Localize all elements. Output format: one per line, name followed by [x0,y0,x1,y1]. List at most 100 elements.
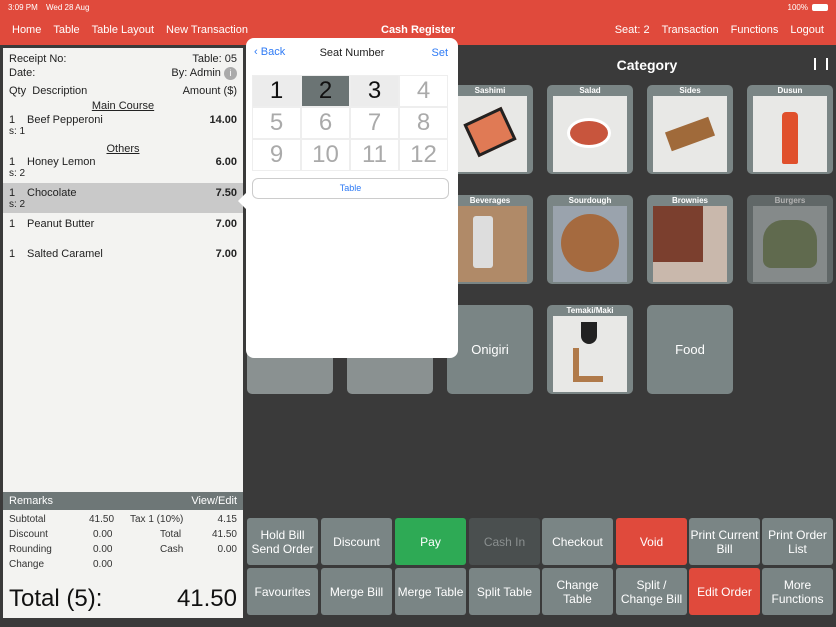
receipt-item[interactable]: 1 Honey Lemon 6.00 s: 2 [3,155,243,185]
print-order-list-button[interactable]: Print Order List [762,518,833,565]
seat-key-6[interactable]: 6 [301,107,350,139]
hold-bill-send-order-button[interactable]: Hold Bill Send Order [247,518,318,565]
tile-label: Sourdough [568,196,612,205]
burgers-image [753,206,827,282]
receipt-item[interactable]: 1 Peanut Butter 7.00 [3,217,243,247]
seat-key-10[interactable]: 10 [301,139,350,171]
item-amount: 7.50 [215,187,237,199]
subtotal-label: Subtotal [9,514,46,525]
category-tile-sourdough[interactable]: Sourdough [547,195,633,284]
item-qty: 1 [9,187,16,199]
total-label: Total [160,529,182,540]
date-label: Date: [9,67,36,79]
change-value: 0.00 [93,559,113,570]
item-amount: 14.00 [209,114,237,126]
split-change-bill-button[interactable]: Split / Change Bill [616,568,687,615]
by-label: By: Admin [171,67,221,79]
category-tile-sides[interactable]: Sides [647,85,733,174]
salad-image [553,96,627,172]
seat-key-11[interactable]: 11 [350,139,399,171]
item-name: Honey Lemon [27,156,96,168]
sashimi-image [453,96,527,172]
status-date: Wed 28 Aug [46,3,90,12]
tile-label: Sashimi [474,86,506,95]
category-tile-onigiri[interactable]: Onigiri [447,305,533,394]
seat-key-3[interactable]: 3 [350,75,399,107]
tile-label: Brownies [671,196,708,205]
grand-total-label: Total (5): [9,585,103,612]
print-current-bill-button[interactable]: Print Current Bill [689,518,760,565]
nav-transaction[interactable]: Transaction [662,24,719,36]
item-name: Peanut Butter [27,218,95,230]
tax-value: 4.15 [217,514,237,525]
seat-key-7[interactable]: 7 [350,107,399,139]
void-button[interactable]: Void [616,518,687,565]
seat-key-4[interactable]: 4 [399,75,448,107]
more-functions-button[interactable]: More Functions [762,568,833,615]
seat-key-8[interactable]: 8 [399,107,448,139]
table-button[interactable]: Table [252,178,449,199]
tile-label: Beverages [469,196,511,205]
category-tile-temaki-maki[interactable]: Temaki/Maki [547,305,633,394]
pay-button[interactable]: Pay [395,518,466,565]
search-list-icon[interactable] [814,58,828,70]
grand-total-value: 41.50 [176,585,237,612]
item-seat: s: 2 [9,199,26,210]
desc-header: Description [32,85,88,97]
status-time: 3:09 PM [8,3,38,12]
favourites-button[interactable]: Favourites [247,568,318,615]
cash-value: 0.00 [217,544,237,555]
remarks-label: Remarks [9,495,54,507]
tax-label: Tax 1 (10%) [130,514,184,525]
merge-bill-button[interactable]: Merge Bill [321,568,392,615]
remarks-bar[interactable]: Remarks View/Edit [3,492,243,510]
seat-key-5[interactable]: 5 [252,107,301,139]
category-tile-burgers[interactable]: Burgers [747,195,833,284]
change-table-button[interactable]: Change Table [542,568,613,615]
seat-key-2[interactable]: 2 [301,75,350,107]
category-tile-salad[interactable]: Salad [547,85,633,174]
item-qty: 1 [9,156,16,168]
discount-button[interactable]: Discount [321,518,392,565]
seat-key-1[interactable]: 1 [252,75,301,107]
seat-key-9[interactable]: 9 [252,139,301,171]
tile-label: Salad [579,86,601,95]
section-others: Others [106,143,140,155]
nav-logout[interactable]: Logout [790,24,824,36]
view-edit-link[interactable]: View/Edit [191,495,237,507]
sides-image [653,96,727,172]
split-table-button[interactable]: Split Table [469,568,540,615]
dusun-image [753,96,827,172]
tile-label: Burgers [774,196,806,205]
tile-label: Temaki/Maki [566,306,614,315]
item-amount: 6.00 [215,156,237,168]
category-tile-food[interactable]: Food [647,305,733,394]
section-main-course: Main Course [91,100,155,112]
category-tile-sashimi[interactable]: Sashimi [447,85,533,174]
receipt-item[interactable]: 1 Beef Pepperoni 14.00 s: 1 [3,113,243,143]
cash-in-button[interactable]: Cash In [469,518,540,565]
discount-value: 0.00 [93,529,113,540]
edit-order-button[interactable]: Edit Order [689,568,760,615]
popover-title: Seat Number [319,47,385,59]
nav-seat[interactable]: Seat: 2 [615,24,650,36]
item-amount: 7.00 [215,248,237,260]
item-qty: 1 [9,218,16,230]
merge-table-button[interactable]: Merge Table [395,568,466,615]
category-title: Category [616,57,678,73]
item-amount: 7.00 [215,218,237,230]
seat-key-12[interactable]: 12 [399,139,448,171]
category-tile-brownies[interactable]: Brownies [647,195,733,284]
set-button[interactable]: Set [431,47,448,59]
receipt-item-selected[interactable]: 1 Chocolate 7.50 s: 2 [3,183,243,213]
category-tile-dusun[interactable]: Dusun [747,85,833,174]
nav-functions[interactable]: Functions [731,24,779,36]
category-tile-beverages[interactable]: Beverages [447,195,533,284]
tile-label: Sides [679,86,701,95]
checkout-button[interactable]: Checkout [542,518,613,565]
item-seat: s: 1 [9,126,26,137]
info-icon[interactable]: i [224,67,237,80]
temaki-image [553,316,627,392]
qty-header: Qty [9,85,27,97]
receipt-item[interactable]: 1 Salted Caramel 7.00 [3,247,243,277]
